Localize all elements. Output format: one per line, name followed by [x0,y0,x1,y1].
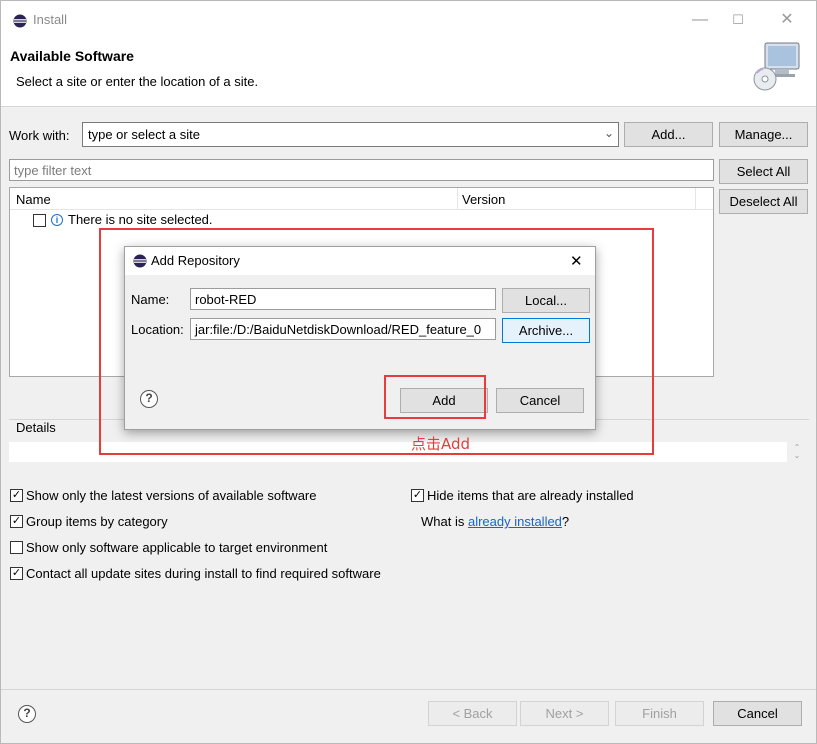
contact-update-sites-checkbox[interactable]: ✓ [10,567,23,580]
maximize-button[interactable]: ☐ [723,9,753,31]
contact-update-sites-label: Contact all update sites during install … [26,566,381,581]
back-button[interactable]: < Back [428,701,517,726]
work-with-combo[interactable]: type or select a site ⌄ [82,122,619,147]
tree-header: Name Version [10,188,713,210]
chevron-down-icon: ⌄ [603,126,614,140]
minimize-button[interactable]: — [685,9,715,31]
target-environment-label: Show only software applicable to target … [26,540,328,555]
add-site-button[interactable]: Add... [624,122,713,147]
tree-row-label: There is no site selected. [68,212,213,227]
annotation-text: 点击Add [411,435,471,453]
show-latest-checkbox[interactable]: ✓ [10,489,23,502]
details-scroll-arrows-icon[interactable]: ⌃ ⌄ [792,444,802,462]
deselect-all-button[interactable]: Deselect All [719,189,808,214]
column-divider [457,188,458,210]
install-software-icon [753,42,800,91]
what-is-installed-text: What is already installed? [421,514,569,529]
hide-installed-checkbox[interactable]: ✓ [411,489,424,502]
title-bar: Install — ☐ ✕ [1,1,816,37]
close-button[interactable]: ✕ [772,9,802,31]
group-by-category-label: Group items by category [26,514,168,529]
group-by-category-checkbox[interactable]: ✓ [10,515,23,528]
finish-button[interactable]: Finish [615,701,704,726]
footer-divider [1,689,816,690]
column-name[interactable]: Name [16,192,51,207]
page-title: Available Software [10,48,134,64]
cancel-button[interactable]: Cancel [713,701,802,726]
page-description: Select a site or enter the location of a… [16,74,259,89]
annotation-outline-dialog [99,228,654,455]
already-installed-link[interactable]: already installed [468,514,562,529]
filter-input[interactable]: type filter text [9,159,714,181]
work-with-value: type or select a site [88,127,200,142]
eclipse-icon [13,14,27,28]
what-is-suffix: ? [561,514,570,529]
help-icon[interactable]: ? [18,705,36,723]
work-with-label: Work with: [9,128,70,143]
details-label: Details [16,420,56,435]
window-title: Install [33,12,67,27]
what-is-prefix: What is [421,514,468,529]
column-divider [695,188,696,210]
info-icon: i [51,214,63,226]
select-all-button[interactable]: Select All [719,159,808,184]
manage-button[interactable]: Manage... [719,122,808,147]
show-latest-label: Show only the latest versions of availab… [26,488,317,503]
next-button[interactable]: Next > [520,701,609,726]
annotation-outline-add [384,375,486,419]
tree-row-checkbox[interactable] [33,214,46,227]
column-version[interactable]: Version [462,192,505,207]
wizard-header: Available Software Select a site or ente… [1,37,816,107]
hide-installed-label: Hide items that are already installed [427,488,634,503]
target-environment-checkbox[interactable] [10,541,23,554]
